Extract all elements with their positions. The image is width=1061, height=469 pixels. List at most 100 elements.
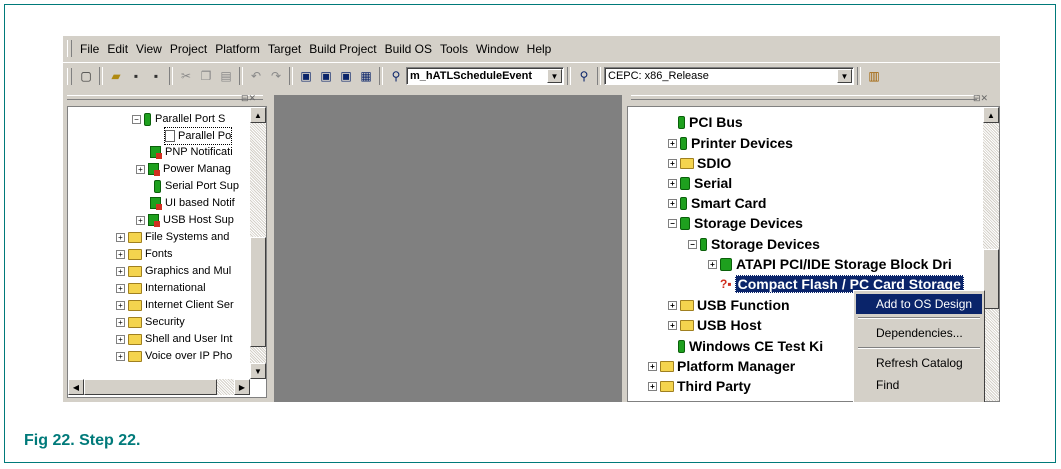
expand-icon[interactable]: +	[668, 158, 677, 168]
scroll-up-icon[interactable]: ▲	[983, 107, 999, 123]
paste-icon[interactable]: ▤	[216, 66, 236, 86]
save-all-icon[interactable]: ▪	[146, 66, 166, 86]
expand-icon[interactable]: +	[116, 351, 125, 361]
scroll-thumb[interactable]	[84, 379, 217, 395]
build-icon[interactable]: ▥	[864, 66, 884, 86]
menu-platform[interactable]: Platform	[211, 42, 264, 56]
tree-node[interactable]: − Parallel Port S	[132, 111, 225, 127]
tree-node[interactable]: + Smart Card	[668, 194, 766, 212]
tree-node[interactable]: + File Systems and	[116, 229, 229, 245]
tree-node[interactable]: + Security	[116, 314, 185, 330]
menu-target[interactable]: Target	[264, 42, 305, 56]
properties-icon[interactable]: ▦	[356, 66, 376, 86]
copy-icon[interactable]: ❐	[196, 66, 216, 86]
find-in-files-icon[interactable]: ⚲	[386, 66, 406, 86]
scroll-right-icon[interactable]: ▶	[234, 379, 250, 395]
menu-build-os[interactable]: Build OS	[381, 42, 436, 56]
expand-icon[interactable]: +	[116, 334, 125, 344]
scroll-down-icon[interactable]: ▼	[250, 363, 266, 379]
editor-area[interactable]	[274, 95, 622, 402]
tree-node[interactable]: + Platform Manager	[648, 357, 795, 375]
tree-node[interactable]: + Fonts	[116, 246, 173, 262]
function-combo[interactable]: m_hATLScheduleEvent ▼	[406, 67, 564, 85]
add-to-os-design-menu-item[interactable]: Add to OS Design	[856, 294, 982, 314]
tree-node[interactable]: PNP Notificati	[150, 144, 233, 160]
scroll-up-icon[interactable]: ▲	[250, 107, 266, 123]
tree-node[interactable]: + Internet Client Ser	[116, 297, 234, 313]
tree-node[interactable]: + Third Party	[648, 377, 751, 395]
tree-node[interactable]: PCI Bus	[678, 113, 743, 131]
expand-icon[interactable]: +	[668, 198, 677, 208]
tree-node[interactable]: + Graphics and Mul	[116, 263, 231, 279]
window-list-icon[interactable]: ▣	[336, 66, 356, 86]
menu-view[interactable]: View	[132, 42, 166, 56]
tree-node[interactable]: UI based Notif	[150, 195, 235, 211]
tree-node[interactable]: + ATAPI PCI/IDE Storage Block Dri	[708, 255, 952, 273]
expand-icon[interactable]: +	[116, 300, 125, 310]
expand-icon[interactable]: +	[668, 320, 677, 330]
tree-node[interactable]: + Power Manag	[136, 161, 231, 177]
expand-icon[interactable]: +	[116, 249, 125, 259]
menu-build-project[interactable]: Build Project	[305, 42, 380, 56]
left-pane-close-icon[interactable]: ⊟✕	[241, 93, 256, 104]
expand-icon[interactable]: +	[136, 215, 145, 225]
redo-icon[interactable]: ↷	[266, 66, 286, 86]
expand-icon[interactable]: +	[136, 164, 145, 174]
expand-icon[interactable]: +	[648, 361, 657, 371]
chevron-down-icon[interactable]: ▼	[837, 69, 852, 83]
expand-icon[interactable]: +	[708, 259, 717, 269]
tree-node[interactable]: Windows CE Test Ki	[678, 337, 823, 355]
expand-icon[interactable]: +	[116, 232, 125, 242]
left-vertical-scrollbar[interactable]: ▲ ▼	[250, 107, 266, 379]
tree-node[interactable]: + Shell and User Int	[116, 331, 232, 347]
menu-tools[interactable]: Tools	[436, 42, 472, 56]
right-pane-grip[interactable]	[631, 95, 977, 100]
menu-help[interactable]: Help	[523, 42, 556, 56]
expand-icon[interactable]: +	[648, 381, 657, 391]
expand-icon[interactable]: +	[668, 300, 677, 310]
expand-icon[interactable]: +	[116, 317, 125, 327]
new-file-icon[interactable]: ▢	[76, 66, 96, 86]
find-icon[interactable]: ⚲	[574, 66, 594, 86]
expand-icon[interactable]: +	[668, 138, 677, 148]
tree-node[interactable]: Serial Port Sup	[154, 178, 239, 194]
tree-node[interactable]: + USB Function	[668, 296, 790, 314]
scroll-left-icon[interactable]: ◀	[68, 379, 84, 395]
chevron-down-icon[interactable]: ▼	[547, 69, 562, 83]
right-pane-close-icon[interactable]: ⊟✕	[973, 93, 988, 104]
dependencies-menu-item[interactable]: Dependencies...	[856, 323, 982, 343]
configuration-combo[interactable]: CEPC: x86_Release ▼	[604, 67, 854, 85]
refresh-catalog-menu-item[interactable]: Refresh Catalog	[856, 353, 982, 373]
tree-node[interactable]: + USB Host	[668, 316, 762, 334]
tree-node[interactable]: + Voice over IP Pho	[116, 348, 232, 364]
menu-project[interactable]: Project	[166, 42, 211, 56]
menu-file[interactable]: File	[76, 42, 103, 56]
open-folder-icon[interactable]: ▰	[106, 66, 126, 86]
collapse-icon[interactable]: −	[132, 114, 141, 124]
catalog-vertical-scrollbar[interactable]: ▲	[983, 107, 999, 401]
save-icon[interactable]: ▪	[126, 66, 146, 86]
left-horizontal-scrollbar[interactable]: ◀ ▶	[68, 379, 250, 395]
expand-icon[interactable]: +	[668, 178, 677, 188]
output-icon[interactable]: ▣	[316, 66, 336, 86]
collapse-icon[interactable]: −	[668, 218, 677, 228]
tree-node[interactable]: + Printer Devices	[668, 134, 793, 152]
tree-node[interactable]: + USB Host Sup	[136, 212, 234, 228]
tree-node[interactable]: − Storage Devices	[668, 214, 803, 232]
left-pane-grip[interactable]	[67, 95, 263, 100]
expand-icon[interactable]: +	[116, 283, 125, 293]
cut-icon[interactable]: ✂	[176, 66, 196, 86]
tree-node[interactable]: Parallel Po	[164, 127, 233, 145]
find-menu-item[interactable]: Find	[856, 375, 982, 395]
tree-node[interactable]: + Serial	[668, 174, 732, 192]
menu-edit[interactable]: Edit	[103, 42, 132, 56]
scroll-thumb[interactable]	[250, 237, 266, 347]
menu-window[interactable]: Window	[472, 42, 523, 56]
toolbar-grip[interactable]	[67, 67, 72, 85]
scroll-thumb[interactable]	[983, 249, 999, 309]
collapse-icon[interactable]: −	[688, 239, 697, 249]
workspace-icon[interactable]: ▣	[296, 66, 316, 86]
tree-node[interactable]: + International	[116, 280, 206, 296]
tree-node[interactable]: − Storage Devices	[688, 235, 820, 253]
tree-node[interactable]: + SDIO	[668, 154, 731, 172]
